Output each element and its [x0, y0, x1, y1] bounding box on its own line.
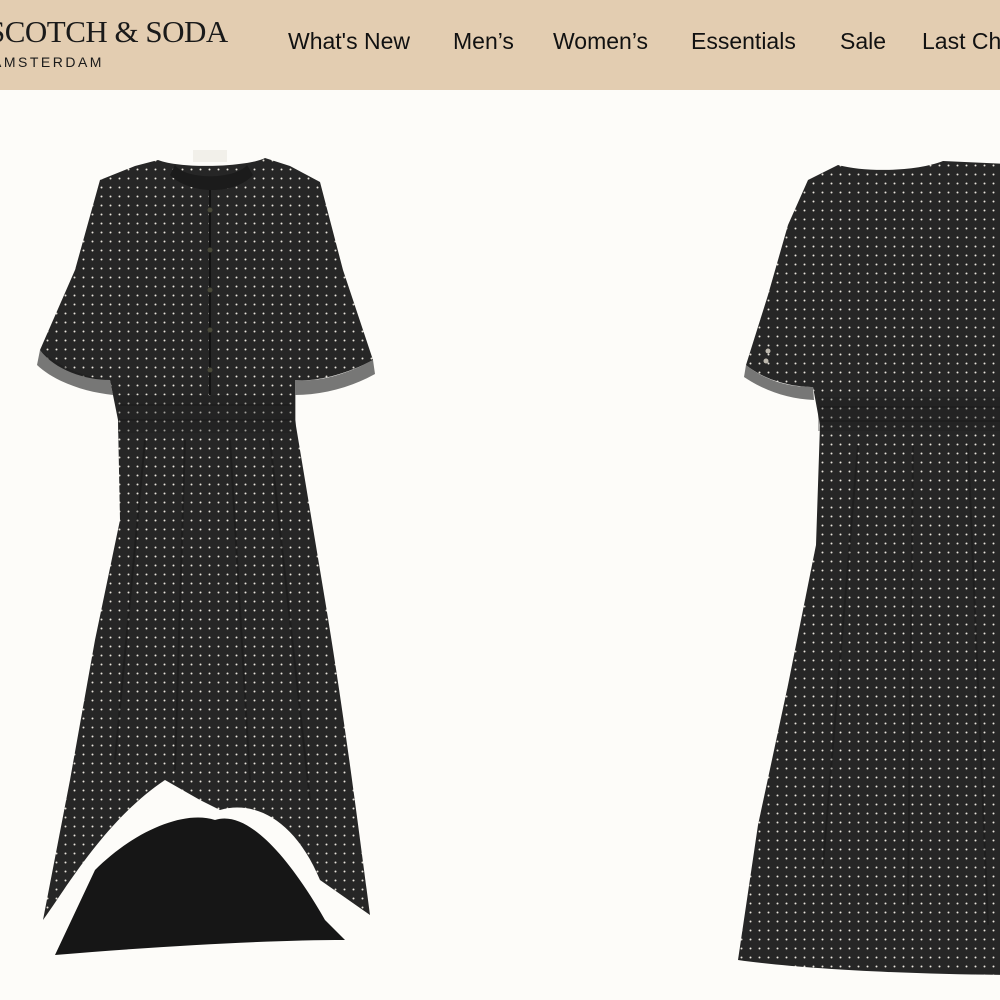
- logo-wordmark: SCOTCH & SODA: [0, 14, 228, 49]
- nav-item-womens[interactable]: Women’s: [553, 28, 648, 55]
- product-image-front[interactable]: [25, 120, 385, 1000]
- nav-item-mens[interactable]: Men’s: [453, 28, 514, 55]
- product-gallery: [0, 90, 1000, 1000]
- site-header: SCOTCH & SODA AMSTERDAM What's New Men’s…: [0, 0, 1000, 90]
- nav-item-whats-new[interactable]: What's New: [288, 28, 410, 55]
- product-image-back[interactable]: [728, 125, 1000, 1000]
- nav-item-last-chance[interactable]: Last Chance: [922, 28, 1000, 55]
- nav-item-essentials[interactable]: Essentials: [691, 28, 796, 55]
- nav-item-sale[interactable]: Sale: [840, 28, 886, 55]
- logo-tagline: AMSTERDAM: [0, 54, 104, 70]
